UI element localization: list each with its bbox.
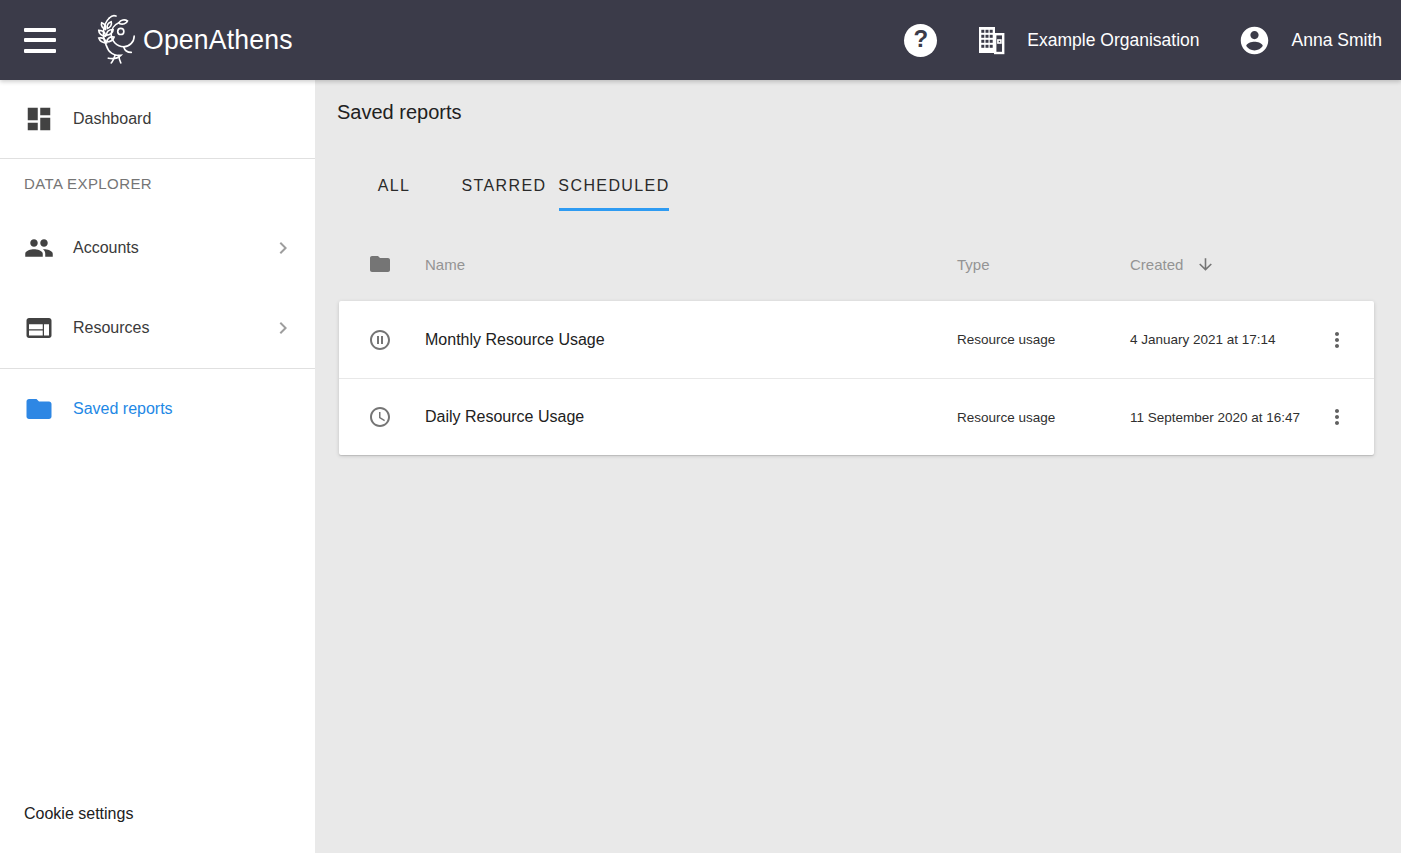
sidebar-item-accounts[interactable]: Accounts — [0, 208, 315, 288]
sidebar-item-label: Saved reports — [73, 400, 173, 418]
tab-starred[interactable]: STARRED — [449, 160, 559, 211]
sidebar-item-label: Accounts — [73, 239, 139, 257]
column-header-name[interactable]: Name — [425, 256, 957, 273]
organisation-name: Example Organisation — [1027, 30, 1199, 51]
sidebar-item-label: Dashboard — [73, 110, 151, 128]
saved-reports-list: Monthly Resource Usage Resource usage 4 … — [339, 301, 1374, 455]
report-created: 11 September 2020 at 16:47 — [1130, 410, 1325, 425]
topbar: OpenAthens ? Example Organisation Ann — [0, 0, 1401, 80]
tabs: ALL STARRED SCHEDULED — [339, 160, 1401, 211]
report-name: Monthly Resource Usage — [425, 331, 957, 349]
menu-icon[interactable] — [24, 28, 56, 53]
main-content: Saved reports ALL STARRED SCHEDULED Name… — [315, 80, 1401, 853]
user-avatar-icon — [1238, 24, 1271, 57]
sidebar: Dashboard DATA EXPLORER Accounts Resourc… — [0, 80, 315, 853]
page-title: Saved reports — [337, 100, 1401, 124]
cookie-settings-link[interactable]: Cookie settings — [24, 790, 133, 838]
owl-logo-icon — [94, 13, 138, 67]
report-type: Resource usage — [957, 410, 1130, 425]
tab-scheduled[interactable]: SCHEDULED — [559, 160, 669, 211]
report-row[interactable]: Daily Resource Usage Resource usage 11 S… — [339, 378, 1374, 455]
openathens-logo: OpenAthens — [94, 13, 301, 67]
report-name: Daily Resource Usage — [425, 408, 957, 426]
user-menu[interactable]: Anna Smith — [1238, 24, 1382, 57]
user-name: Anna Smith — [1292, 30, 1382, 51]
clock-icon — [368, 405, 392, 429]
report-type: Resource usage — [957, 332, 1130, 347]
table-header: Name Type Created — [339, 240, 1374, 288]
sort-descending-icon — [1196, 255, 1215, 274]
row-menu-icon[interactable] — [1325, 328, 1349, 352]
organisation-switcher[interactable]: Example Organisation — [974, 23, 1199, 57]
dashboard-icon — [24, 104, 54, 134]
sidebar-item-resources[interactable]: Resources — [0, 288, 315, 368]
report-row[interactable]: Monthly Resource Usage Resource usage 4 … — [339, 301, 1374, 378]
sidebar-section-data-explorer: DATA EXPLORER — [0, 159, 315, 208]
row-menu-icon[interactable] — [1325, 405, 1349, 429]
help-icon[interactable]: ? — [904, 24, 937, 57]
chevron-right-icon — [271, 316, 295, 340]
column-header-created[interactable]: Created — [1130, 255, 1325, 274]
topbar-right: ? Example Organisation Anna Smith — [904, 23, 1401, 57]
sidebar-item-saved-reports[interactable]: Saved reports — [0, 369, 315, 449]
pause-circle-icon — [368, 328, 392, 352]
logo-text: OpenAthens — [143, 24, 293, 56]
organisation-icon — [974, 23, 1008, 57]
sidebar-item-dashboard[interactable]: Dashboard — [0, 80, 315, 158]
accounts-icon — [24, 233, 54, 263]
folder-icon — [24, 394, 54, 424]
tab-all[interactable]: ALL — [339, 160, 449, 211]
folder-icon — [368, 252, 392, 276]
resources-icon — [24, 313, 54, 343]
column-header-type[interactable]: Type — [957, 256, 1130, 273]
sidebar-item-label: Resources — [73, 319, 149, 337]
chevron-right-icon — [271, 236, 295, 260]
report-created: 4 January 2021 at 17:14 — [1130, 332, 1325, 347]
